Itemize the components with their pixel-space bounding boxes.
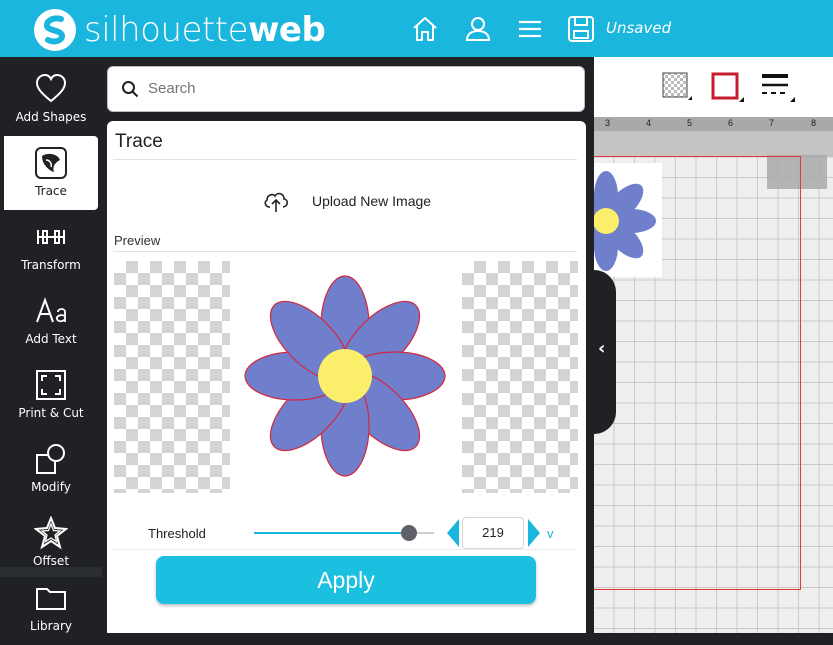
search-box[interactable] xyxy=(107,66,585,112)
horizontal-ruler: 3 4 5 6 7 8 xyxy=(594,117,833,131)
threshold-increase-icon[interactable] xyxy=(528,519,540,547)
cloud-upload-icon xyxy=(264,192,289,212)
rail-item-label: Print & Cut xyxy=(18,406,84,420)
print-cut-icon xyxy=(36,370,66,400)
threshold-slider-fill xyxy=(254,532,409,534)
brand-logo[interactable]: silhouetteweb xyxy=(34,9,326,51)
rail-item-add-text[interactable]: Add Text xyxy=(4,284,98,358)
threshold-label: Threshold xyxy=(148,526,206,541)
user-icon[interactable] xyxy=(463,14,493,44)
canvas-flower-image[interactable] xyxy=(594,163,662,277)
ruler-tick: 3 xyxy=(605,118,611,128)
rail-item-print-cut[interactable]: Print & Cut xyxy=(4,358,98,432)
trace-icon xyxy=(35,147,67,179)
divider xyxy=(113,159,577,160)
brand-name: silhouetteweb xyxy=(84,10,326,50)
search-icon xyxy=(122,81,139,98)
canvas-toolbar xyxy=(594,57,833,117)
rail-item-label: Trace xyxy=(35,184,67,198)
rail-item-trace[interactable]: Trace xyxy=(4,136,98,210)
document-status: Unsaved xyxy=(606,19,672,37)
line-color-icon[interactable] xyxy=(711,72,745,104)
rail-item-label: Add Shapes xyxy=(15,110,87,124)
modify-icon xyxy=(36,444,65,474)
canvas-margin-top xyxy=(594,131,833,157)
rail-item-label: Add Text xyxy=(25,332,77,346)
ruler-tick: 8 xyxy=(811,118,817,128)
menu-icon[interactable] xyxy=(515,14,545,44)
silhouette-logo-icon xyxy=(34,9,76,51)
transparency-checker-right xyxy=(462,261,578,493)
star-icon xyxy=(34,516,68,550)
threshold-unit[interactable]: v xyxy=(547,526,554,541)
save-icon[interactable] xyxy=(566,14,596,44)
apply-button[interactable]: Apply xyxy=(156,556,536,604)
rail-item-label: Modify xyxy=(31,480,71,494)
ruler-tick: 5 xyxy=(687,118,693,128)
rail-item-label: Library xyxy=(30,619,72,633)
search-input[interactable] xyxy=(146,79,570,98)
divider xyxy=(113,549,577,550)
line-style-icon[interactable] xyxy=(760,72,796,104)
upload-label: Upload New Image xyxy=(312,193,432,209)
text-icon xyxy=(36,297,66,323)
upload-image-button[interactable]: Upload New Image xyxy=(262,187,431,215)
ruler-tick: 4 xyxy=(646,118,652,128)
folder-icon xyxy=(36,588,66,610)
transparency-checker-left xyxy=(114,261,230,493)
rail-item-label: Transform xyxy=(21,258,81,272)
preview-label: Preview xyxy=(114,233,161,248)
divider xyxy=(113,251,577,252)
ruler-tick: 7 xyxy=(769,118,775,128)
trace-card: Trace Upload New Image Preview Threshold… xyxy=(107,121,586,633)
threshold-slider-handle[interactable] xyxy=(400,525,417,541)
trace-preview-flower xyxy=(244,275,446,477)
rail-item-library[interactable]: Library xyxy=(4,571,98,645)
transform-icon xyxy=(37,230,65,244)
tool-rail: Add Shapes Trace Transform Add Text Prin… xyxy=(0,57,102,633)
heart-icon xyxy=(35,73,67,103)
panel-title: Trace xyxy=(115,131,163,152)
fill-transparent-icon[interactable] xyxy=(662,72,692,102)
rail-item-modify[interactable]: Modify xyxy=(4,432,98,506)
threshold-decrease-icon[interactable] xyxy=(447,519,459,547)
threshold-value-field[interactable]: 219 xyxy=(462,517,524,549)
chevron-left-icon: ‹ xyxy=(598,338,606,359)
top-bar: silhouetteweb Unsaved xyxy=(0,0,833,57)
panel-collapse-tab[interactable]: ‹ xyxy=(594,270,616,434)
rail-item-transform[interactable]: Transform xyxy=(4,210,98,284)
home-icon[interactable] xyxy=(410,14,440,44)
flower-center xyxy=(318,349,372,403)
rail-item-add-shapes[interactable]: Add Shapes xyxy=(4,62,98,136)
rail-item-label: Offset xyxy=(32,554,70,568)
ruler-tick: 6 xyxy=(728,118,734,128)
